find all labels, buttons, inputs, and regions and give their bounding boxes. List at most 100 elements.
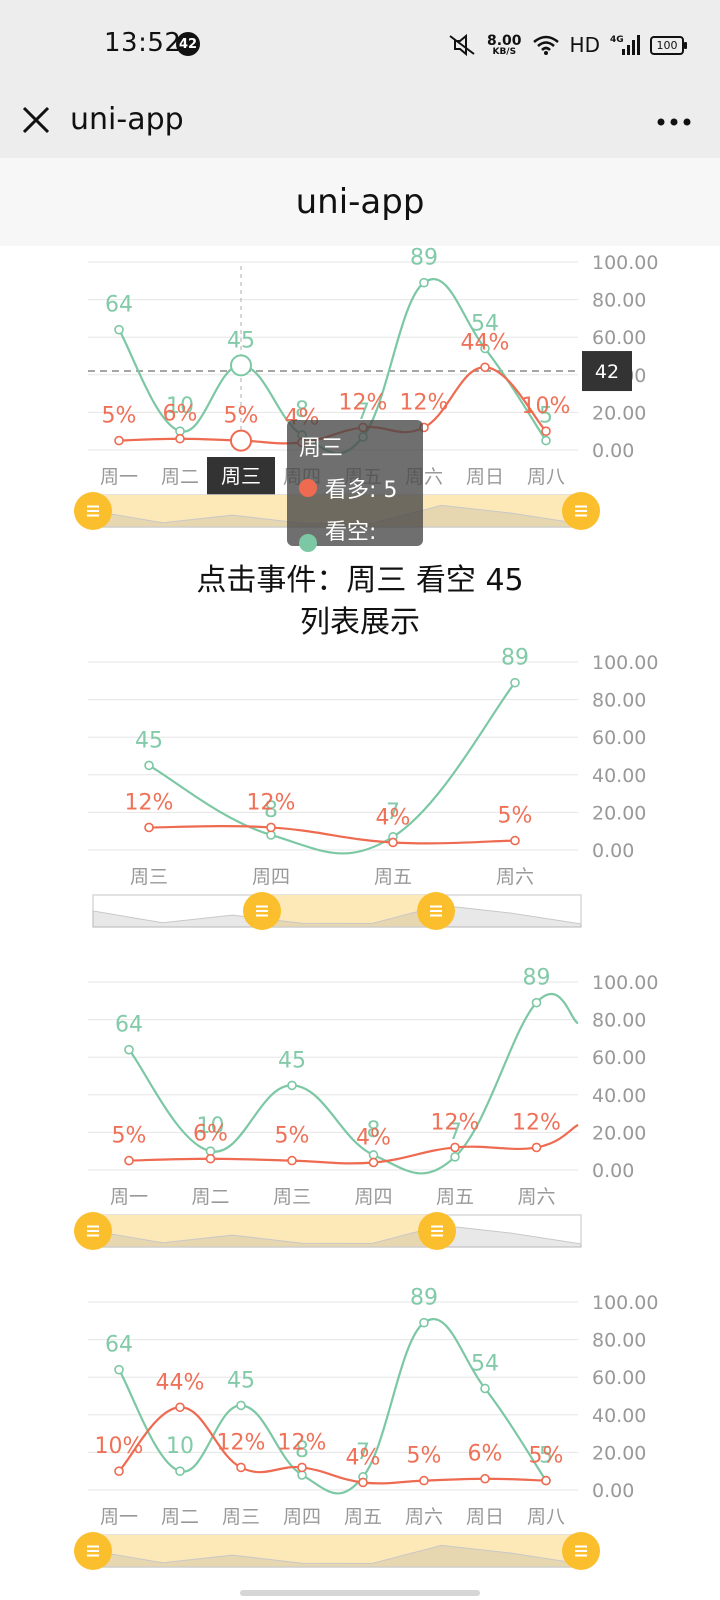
data-label: 12%	[400, 390, 449, 415]
x-tick-label: 周六	[405, 1506, 443, 1528]
data-point	[531, 1142, 542, 1153]
marker-label: 42	[595, 361, 619, 383]
close-icon[interactable]	[18, 102, 54, 138]
home-indicator[interactable]	[240, 1590, 480, 1596]
data-point	[114, 1466, 124, 1476]
y-tick-label: 20.00	[592, 402, 646, 424]
x-tick-label: 周八	[527, 466, 565, 488]
data-point	[510, 835, 520, 846]
signal-label: 4G	[610, 35, 624, 45]
x-tick-label: 周八	[527, 1506, 565, 1528]
data-point	[236, 1462, 246, 1473]
data-point	[114, 324, 124, 335]
tooltip-row: 看多: 5	[299, 472, 411, 504]
y-tick-label: 60.00	[592, 1047, 646, 1069]
data-point	[450, 1142, 460, 1153]
data-label: 64	[115, 1013, 143, 1038]
data-label: 5%	[498, 804, 533, 829]
data-label: 4%	[356, 1125, 391, 1150]
y-tick-label: 80.00	[592, 290, 646, 312]
slider-handle[interactable]	[562, 492, 600, 530]
data-label: 6%	[468, 1442, 503, 1467]
data-label: 6%	[193, 1122, 228, 1147]
data-point	[205, 1153, 216, 1164]
silent-icon	[449, 33, 475, 57]
net-speed-unit: KB/S	[492, 46, 517, 57]
data-label: 45	[227, 328, 255, 353]
x-tick-label: 周二	[161, 466, 199, 488]
data-label: 89	[523, 966, 551, 991]
data-point	[541, 435, 551, 446]
data-point	[510, 677, 520, 688]
data-label: 45	[278, 1048, 306, 1073]
slider-handle[interactable]	[417, 892, 455, 930]
x-tick-label: 周四	[354, 1186, 392, 1208]
list-display-text: 列表展示	[300, 605, 420, 640]
data-label: 10	[166, 1434, 194, 1459]
data-label: 12%	[339, 390, 388, 415]
data-label: 5%	[102, 404, 137, 429]
status-bar: 13:52 42 8.00 KB/S HD 4G 100	[0, 0, 720, 90]
tooltip-bear-dot	[299, 533, 317, 552]
page-title: uni-app	[0, 158, 720, 246]
status-time: 13:52	[104, 28, 182, 58]
x-tick-label: 周六	[496, 866, 534, 888]
x-tick-label: 周三	[222, 1506, 260, 1528]
y-tick-label: 0.00	[592, 1480, 634, 1502]
y-tick-label: 0.00	[592, 840, 634, 862]
data-label: 44%	[156, 1370, 205, 1395]
slider-handle[interactable]	[74, 1212, 112, 1250]
slider-handle[interactable]	[74, 1532, 112, 1570]
y-tick-label: 20.00	[592, 802, 646, 824]
slider-handle[interactable]	[418, 1212, 456, 1250]
highlight-x-label: 周三	[221, 464, 261, 488]
data-label: 4%	[346, 1445, 381, 1470]
data-label: 89	[410, 1286, 438, 1311]
nav-bar: uni-app	[0, 90, 720, 158]
x-tick-label: 周一	[110, 1186, 148, 1208]
y-tick-label: 100.00	[592, 652, 658, 674]
y-tick-label: 60.00	[592, 727, 646, 749]
slider-handle[interactable]	[562, 1532, 600, 1570]
y-tick-label: 20.00	[592, 1442, 646, 1464]
battery-icon: 100	[650, 35, 687, 55]
status-icons: 8.00 KB/S HD 4G 100	[447, 30, 687, 60]
x-tick-label: 周五	[436, 1186, 474, 1208]
data-point	[266, 822, 276, 833]
data-label: 5%	[407, 1444, 442, 1469]
x-tick-label: 周三	[130, 866, 168, 888]
data-label: 5%	[275, 1124, 310, 1149]
more-icon[interactable]	[656, 112, 692, 132]
data-point	[124, 1155, 134, 1166]
y-tick-label: 0.00	[592, 440, 634, 462]
tooltip-title: 周三	[299, 436, 344, 461]
y-tick-label: 80.00	[592, 1330, 646, 1352]
chart-3[interactable]: 100.00 80.00 60.00 40.00 20.00 0.00 周一 周二 周三 周四 周五…	[0, 960, 720, 1260]
slider-handle[interactable]	[243, 892, 281, 930]
y-tick-label: 0.00	[592, 1160, 634, 1182]
x-tick-label: 周三	[273, 1186, 311, 1208]
chart-2[interactable]: 100.00 80.00 60.00 40.00 20.00 0.00 周三 周四 周五 周六 45…	[0, 640, 720, 940]
data-point	[114, 1364, 124, 1375]
data-point	[144, 760, 154, 771]
data-point	[541, 1475, 551, 1486]
y-tick-label: 60.00	[592, 1367, 646, 1389]
click-event-text: 点击事件：周三 看空 45	[196, 563, 524, 598]
data-label: 5%	[112, 1124, 147, 1149]
data-point	[358, 1477, 368, 1488]
data-label: 45	[135, 728, 163, 753]
y-tick-label: 100.00	[592, 972, 658, 994]
net-speed-value: 8.00	[487, 32, 522, 49]
x-tick-label: 周五	[344, 1506, 382, 1528]
chart-4[interactable]: 100.00 80.00 60.00 40.00 20.00 0.00 周一 周二 周三 周四 周五…	[0, 1280, 720, 1580]
chart-tooltip: 周三 看多: 5 看空: 45	[287, 420, 423, 571]
y-tick-label: 40.00	[592, 1085, 646, 1107]
data-point	[175, 1402, 185, 1413]
slider-handle[interactable]	[74, 492, 112, 530]
data-label: 10%	[522, 394, 571, 419]
data-label: 12%	[125, 790, 174, 815]
data-point	[124, 1044, 134, 1055]
data-label: 6%	[163, 402, 198, 427]
data-point	[114, 435, 124, 446]
x-tick-label: 周二	[191, 1186, 229, 1208]
